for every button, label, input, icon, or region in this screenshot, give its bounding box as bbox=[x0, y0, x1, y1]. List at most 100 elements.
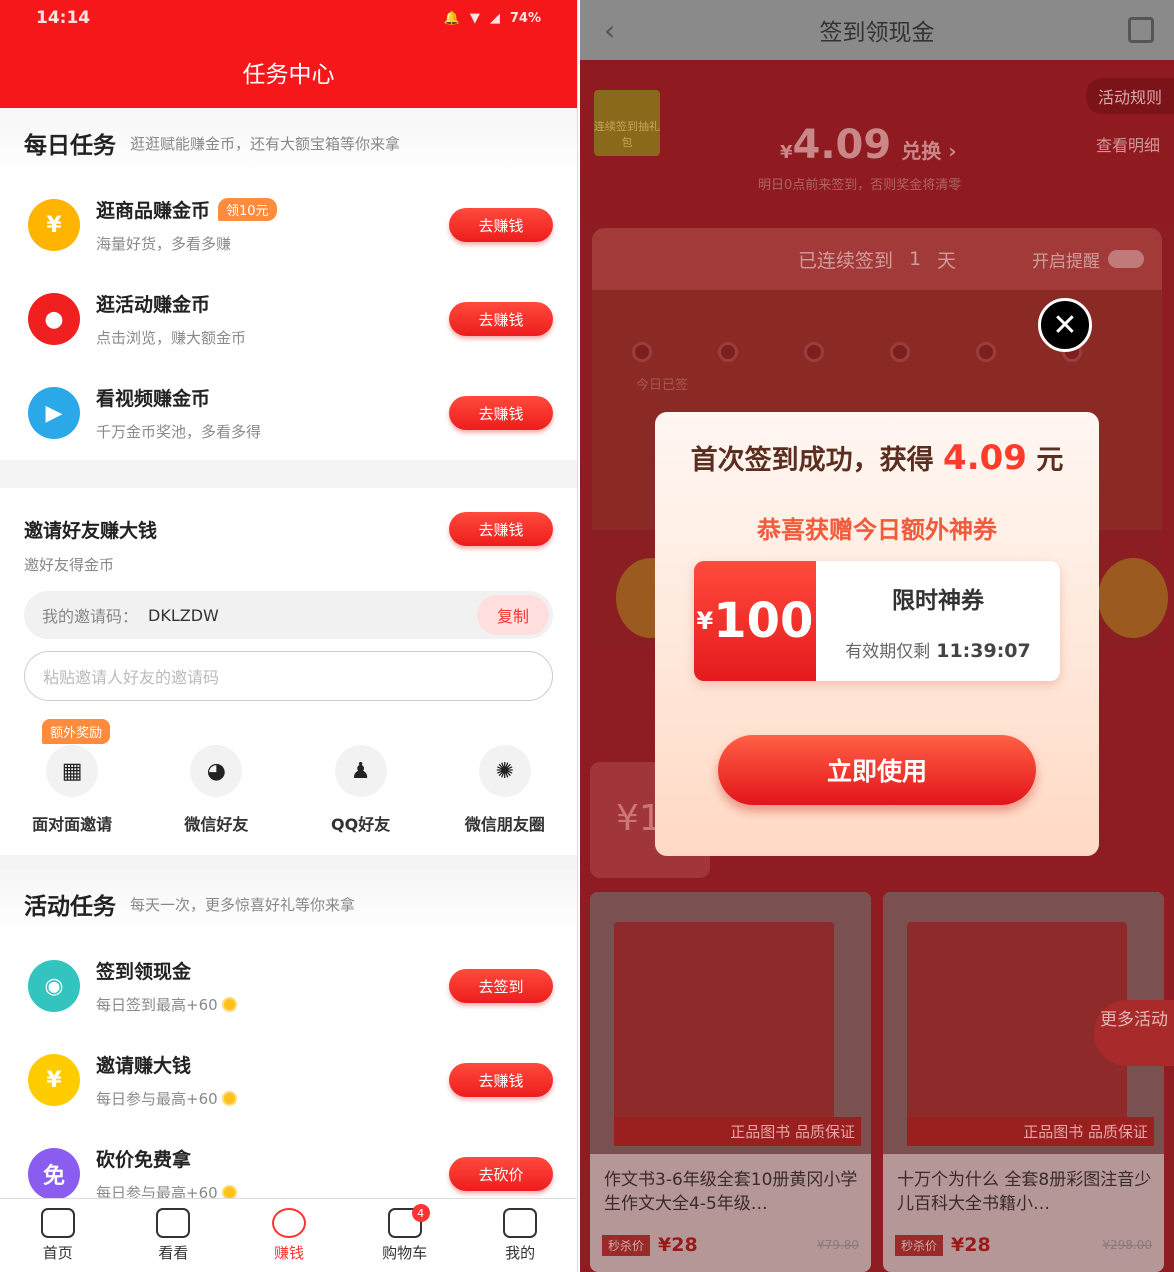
share-option[interactable]: ✺ 微信朋友圈 bbox=[445, 745, 565, 835]
product-price: ¥28 bbox=[658, 1234, 698, 1256]
location-pin-icon: ◉ bbox=[28, 960, 80, 1012]
coupon-validity: 有效期仅剩 11:39:07 bbox=[845, 640, 1031, 662]
section-title: 活动任务 bbox=[24, 894, 116, 920]
qr-code-icon: ▦ bbox=[46, 745, 99, 797]
task-badge: 领10元 bbox=[218, 198, 277, 221]
checkin-screen: ‹ 签到领现金 连续签到抽礼包 活动规则 查看明细 ¥4.09 兑换 › 明日0点… bbox=[580, 0, 1174, 1272]
remind-toggle[interactable] bbox=[1108, 250, 1144, 268]
signin-streak-bar: 已连续签到 1 天 开启提醒 bbox=[592, 228, 1162, 290]
copy-button[interactable]: 复制 bbox=[477, 595, 549, 635]
more-activities-button[interactable]: 更多活动 bbox=[1094, 1000, 1174, 1066]
product-price: ¥28 bbox=[951, 1234, 991, 1256]
task-action-button[interactable]: 去砍价 bbox=[449, 1157, 553, 1191]
invite-title: 邀请好友赚大钱 bbox=[24, 519, 158, 542]
video-icon bbox=[156, 1208, 191, 1238]
product-name: 十万个为什么 全套8册彩图注音少儿百科大全书籍小… bbox=[897, 1170, 1152, 1214]
coin-icon bbox=[221, 997, 237, 1012]
task-center-screen: 14:14 🔔 ▼ ◢ 74% 任务中心 每日任务 逛逛赋能赚金币，还有大额宝箱等你来拿… bbox=[0, 0, 578, 1272]
rules-button[interactable]: 活动规则 bbox=[1085, 78, 1174, 114]
tab-profile[interactable]: 我的 bbox=[475, 1208, 565, 1263]
tab-money-bag[interactable]: 赚钱 bbox=[244, 1208, 334, 1263]
task-row: ¥ 逛商品赚金币 领10元 海量好货，多看多赚 去赚钱 bbox=[0, 178, 577, 272]
page-title: 签到领现金 bbox=[819, 20, 935, 46]
battery-text: 74% bbox=[509, 10, 541, 26]
product-card[interactable]: 正品图书 品质保证 十万个为什么 全套8册彩图注音少儿百科大全书籍小… 秒杀价 ¥… bbox=[883, 892, 1164, 1272]
activity-tasks-section: 活动任务 每天一次，更多惊喜好礼等你来拿 ◉ 签到领现金 每日签到最高+60 去签… bbox=[0, 869, 577, 1221]
section-subtitle: 逛逛赋能赚金币，还有大额宝箱等你来拿 bbox=[130, 134, 401, 153]
signin-success-modal: 首次签到成功，获得 4.09 元 恭喜获赠今日额外神券 ¥100 限时神券 有效… bbox=[655, 412, 1099, 856]
signal-icon: ◢ bbox=[489, 10, 500, 26]
product-tag: 正品图书 品质保证 bbox=[907, 1117, 1154, 1146]
invite-code-label: 我的邀请码： bbox=[42, 607, 139, 626]
invite-code-input[interactable]: 粘贴邀请人好友的邀请码 bbox=[24, 651, 553, 701]
coupon-card: ¥100 限时神券 有效期仅剩 11:39:07 bbox=[694, 561, 1060, 681]
remind-label: 开启提醒 bbox=[1032, 251, 1100, 272]
profile-icon bbox=[503, 1208, 538, 1238]
back-arrow-icon[interactable]: ‹ bbox=[604, 14, 615, 47]
task-name: 签到领现金 bbox=[96, 961, 192, 983]
task-name: 邀请赚大钱 bbox=[96, 1055, 192, 1077]
original-price: ¥298.00 bbox=[1102, 1238, 1152, 1252]
product-card[interactable]: 正品图书 品质保证 作文书3-6年级全套10册黄冈小学生作文大全4-5年级… 秒… bbox=[590, 892, 871, 1272]
task-row: ¥ 邀请赚大钱 每日参与最高+60 去赚钱 bbox=[0, 1033, 577, 1127]
yen-coin-icon: ¥ bbox=[28, 1054, 80, 1106]
task-action-button[interactable]: 去赚钱 bbox=[449, 396, 553, 430]
notice-text: 明日0点前来签到，否则奖金将清零 bbox=[758, 178, 962, 193]
task-action-button[interactable]: 去赚钱 bbox=[449, 1063, 553, 1097]
share-option[interactable]: 额外奖励 ▦ 面对面邀请 bbox=[12, 719, 132, 835]
bottom-tab-bar: 首页 看看 赚钱 4 购物车 我的 bbox=[0, 1198, 577, 1272]
product-tag: 正品图书 品质保证 bbox=[614, 1117, 861, 1146]
task-desc: 海量好货，多看多赚 bbox=[96, 235, 232, 253]
moments-icon: ✺ bbox=[478, 745, 531, 797]
invite-earn-button[interactable]: 去赚钱 bbox=[449, 512, 553, 546]
coupon-value: ¥100 bbox=[694, 561, 816, 681]
yen-coin-icon: ¥ bbox=[28, 199, 80, 251]
tab-label: 首页 bbox=[42, 1244, 73, 1262]
day-dot bbox=[804, 342, 824, 362]
share-label: 微信朋友圈 bbox=[464, 815, 545, 834]
invite-subtitle: 邀好友得金币 bbox=[24, 556, 115, 574]
task-name: 逛活动赚金币 bbox=[96, 294, 211, 316]
section-title: 每日任务 bbox=[24, 133, 116, 159]
task-action-button[interactable]: 去赚钱 bbox=[449, 302, 553, 336]
money-bag-icon bbox=[271, 1208, 306, 1238]
task-name: 看视频赚金币 bbox=[96, 388, 211, 410]
day-dot bbox=[632, 342, 652, 362]
close-icon[interactable]: ✕ bbox=[1038, 298, 1092, 352]
wifi-icon: ▼ bbox=[469, 10, 480, 26]
modal-amount: 4.09 bbox=[943, 438, 1027, 478]
day-dot bbox=[976, 342, 996, 362]
book-cover-image bbox=[614, 922, 834, 1132]
share-icon[interactable] bbox=[1128, 17, 1154, 43]
today-label: 今日已签 bbox=[636, 378, 689, 393]
gold-coin-decor-icon bbox=[1098, 558, 1168, 638]
share-option[interactable]: ♟ QQ好友 bbox=[301, 745, 421, 835]
red-envelope-icon: ● bbox=[28, 293, 80, 345]
streak-label: 已连续签到 bbox=[797, 249, 893, 272]
coupon-title: 限时神券 bbox=[892, 588, 984, 614]
task-action-button[interactable]: 去赚钱 bbox=[449, 208, 553, 242]
cart-count-badge: 4 bbox=[411, 1204, 430, 1222]
tab-video[interactable]: 看看 bbox=[128, 1208, 218, 1263]
play-icon: ▶ bbox=[28, 387, 80, 439]
streak-unit: 天 bbox=[937, 249, 957, 272]
task-action-button[interactable]: 去签到 bbox=[449, 969, 553, 1003]
product-name: 作文书3-6年级全套10册黄冈小学生作文大全4-5年级… bbox=[604, 1170, 858, 1214]
day-dot bbox=[890, 342, 910, 362]
share-option[interactable]: ◕ 微信好友 bbox=[156, 745, 276, 835]
details-link[interactable]: 查看明细 bbox=[1096, 132, 1160, 156]
tab-cart[interactable]: 4 购物车 bbox=[360, 1204, 450, 1263]
task-name: 逛商品赚金币 bbox=[96, 200, 211, 222]
balance-panel: 连续签到抽礼包 活动规则 查看明细 ¥4.09 兑换 › 明日0点前来签到，否则奖… bbox=[580, 60, 1174, 220]
exchange-link[interactable]: 兑换 › bbox=[901, 139, 956, 163]
bell-icon: 🔔 bbox=[443, 10, 460, 26]
wechat-icon: ◕ bbox=[190, 745, 243, 797]
gift-box-icon[interactable]: 连续签到抽礼包 bbox=[594, 90, 660, 156]
use-now-button[interactable]: 立即使用 bbox=[718, 735, 1036, 805]
gift-icon: 免 bbox=[28, 1148, 80, 1200]
invite-code-box: 我的邀请码： DKLZDW 复制 bbox=[24, 591, 553, 639]
tab-home[interactable]: 首页 bbox=[13, 1208, 103, 1263]
task-name: 砍价免费拿 bbox=[96, 1149, 192, 1171]
tab-label: 我的 bbox=[505, 1244, 536, 1262]
section-subtitle: 每天一次，更多惊喜好礼等你来拿 bbox=[130, 895, 356, 914]
